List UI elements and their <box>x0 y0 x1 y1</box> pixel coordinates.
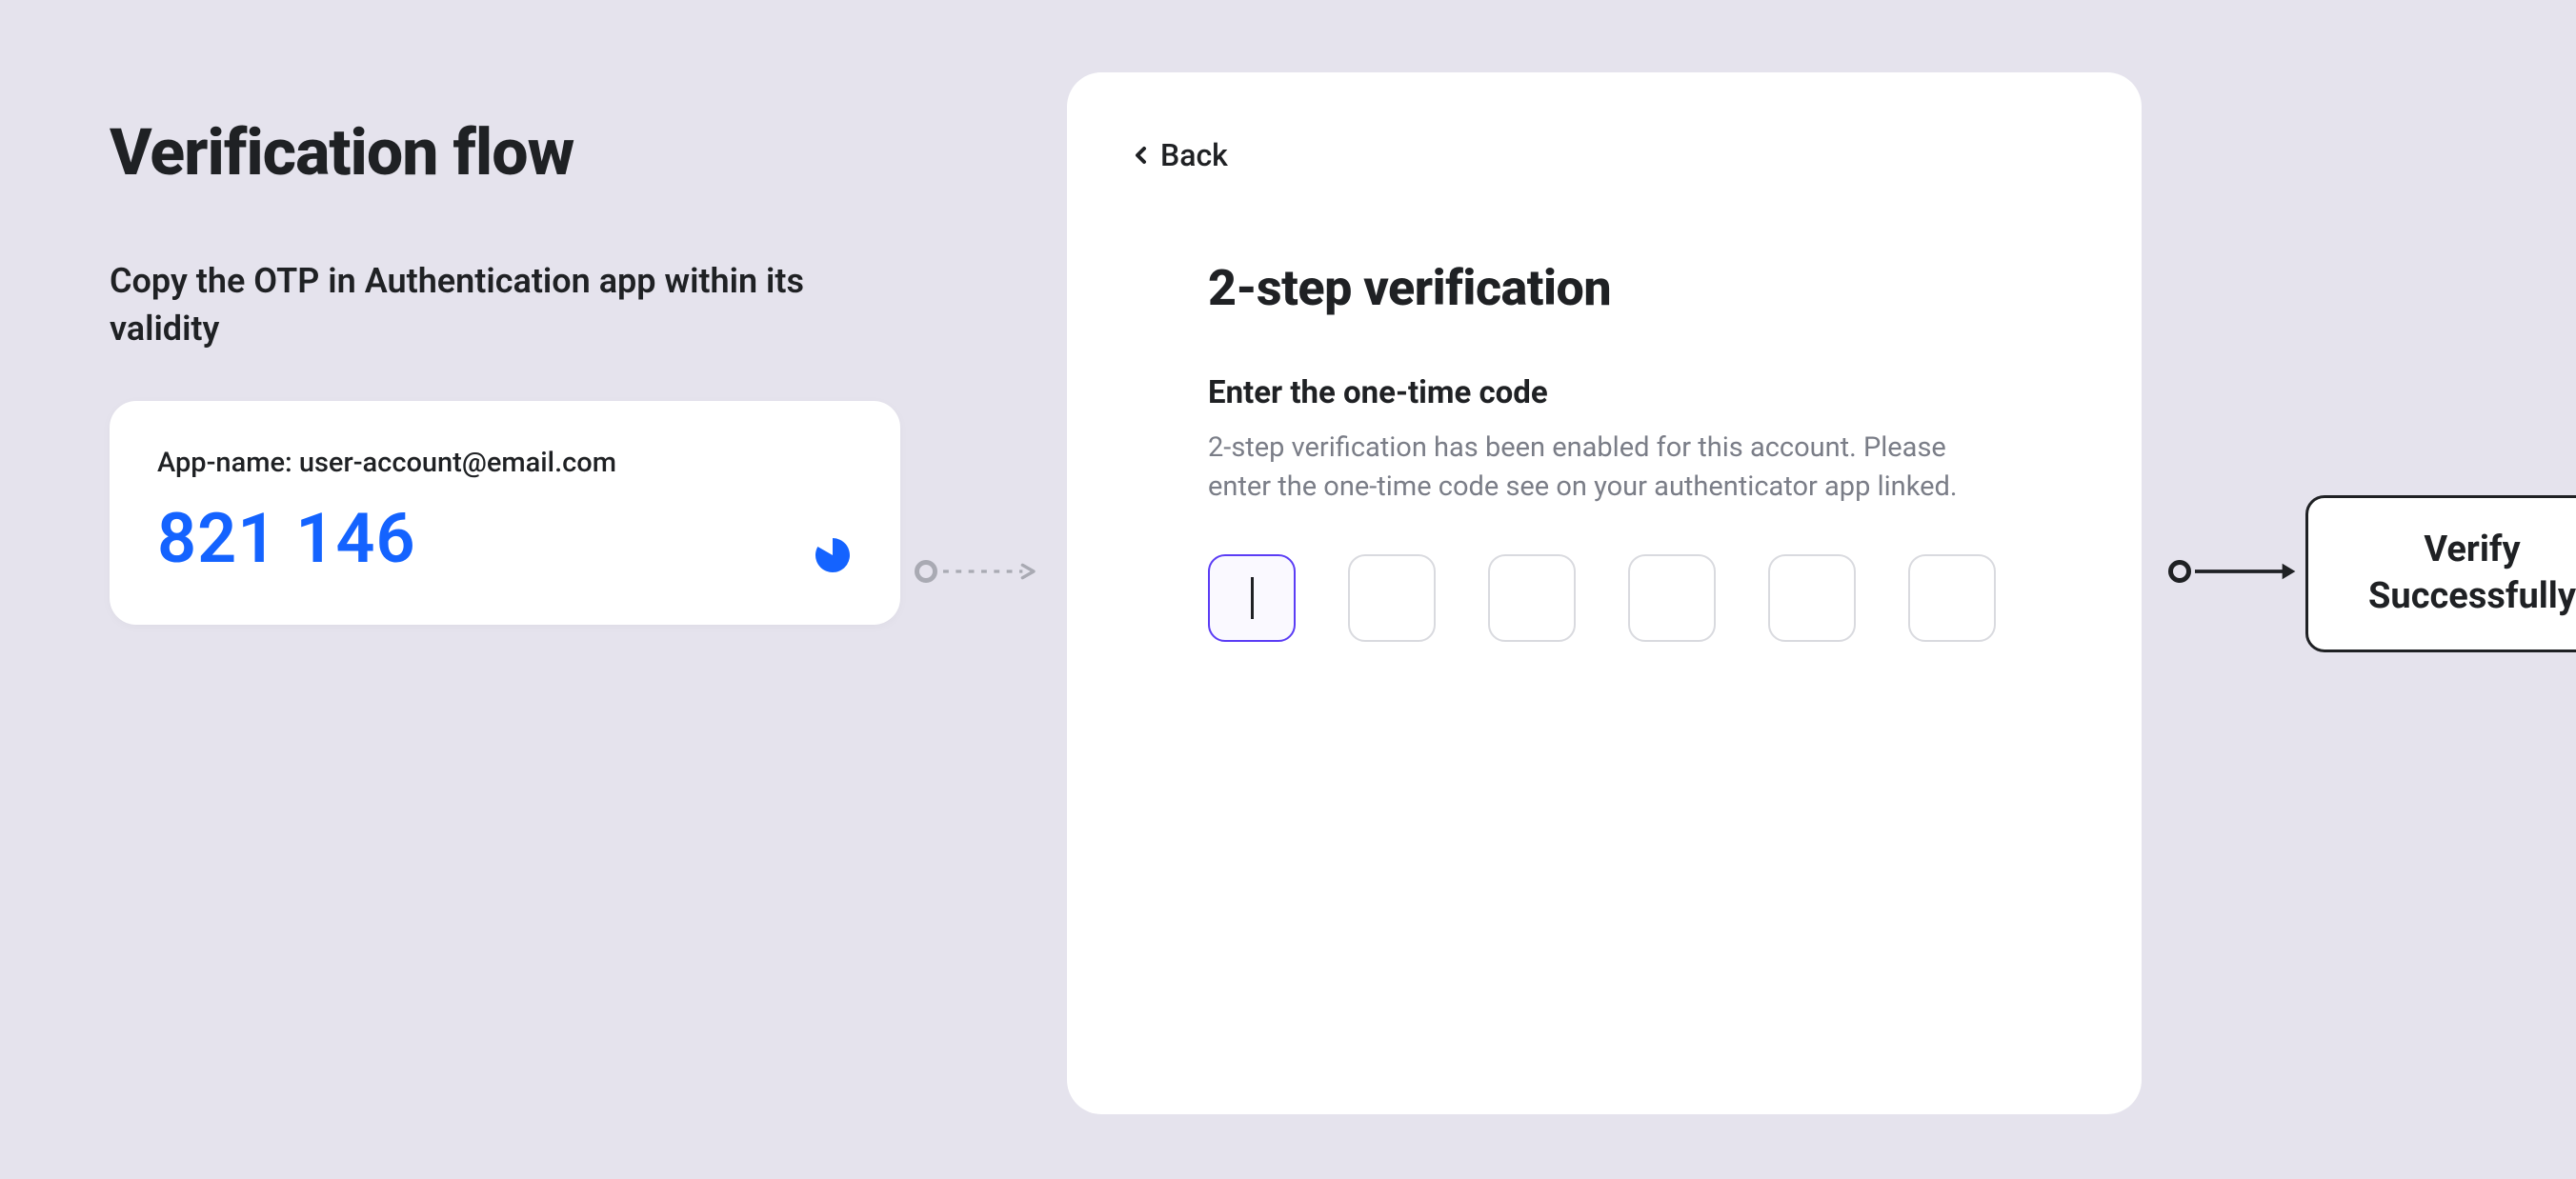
result-line-2: Successfully <box>2368 575 2576 617</box>
back-label: Back <box>1160 137 1228 173</box>
verification-card: Back 2-step verification Enter the one-t… <box>1067 72 2142 1114</box>
result-text: Verify Successfully <box>2327 527 2576 621</box>
page-title: Verification flow <box>110 114 900 190</box>
back-button[interactable]: Back <box>1132 137 1228 173</box>
otp-digit-input-1[interactable] <box>1208 554 1296 642</box>
otp-digit-input-6[interactable] <box>1908 554 1996 642</box>
dashed-arrow-icon <box>943 560 1038 583</box>
result-line-1: Verify <box>2424 529 2520 570</box>
pie-timer-icon <box>813 535 853 575</box>
otp-digit-input-2[interactable] <box>1348 554 1436 642</box>
left-panel: Verification flow Copy the OTP in Authen… <box>110 114 900 625</box>
otp-code-value: 821 146 <box>157 498 853 579</box>
enter-code-label: Enter the one-time code <box>1208 374 2001 411</box>
verification-title: 2-step verification <box>1208 259 2001 317</box>
flow-arrow-solid <box>2168 560 2300 583</box>
otp-digit-input-4[interactable] <box>1628 554 1716 642</box>
instruction-text: Copy the OTP in Authentication app withi… <box>110 257 900 353</box>
otp-digit-input-5[interactable] <box>1768 554 1856 642</box>
chevron-left-icon <box>1132 146 1151 165</box>
flow-start-circle-icon <box>915 560 937 583</box>
text-cursor-icon <box>1251 577 1254 619</box>
flow-start-circle-solid-icon <box>2168 560 2191 583</box>
otp-digit-input-3[interactable] <box>1488 554 1576 642</box>
otp-app-card: App-name: user-account@email.com 821 146 <box>110 401 900 625</box>
flow-arrow-dashed <box>915 560 1038 583</box>
verification-description: 2-step verification has been enabled for… <box>1208 429 1970 507</box>
otp-account-label: App-name: user-account@email.com <box>157 447 853 479</box>
otp-input-group <box>1208 554 2001 642</box>
result-box: Verify Successfully <box>2305 495 2576 652</box>
solid-arrow-icon <box>2195 560 2300 583</box>
